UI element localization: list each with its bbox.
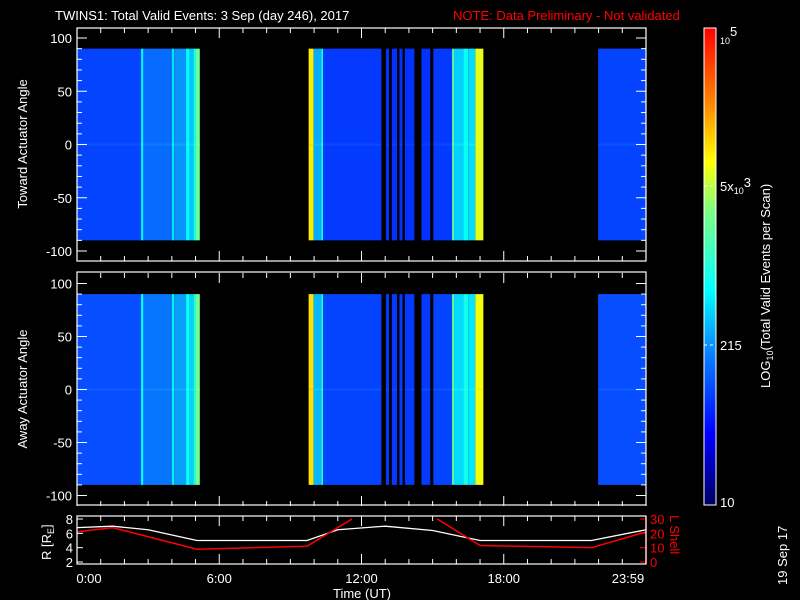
l-shell-line <box>436 518 647 549</box>
colorbar <box>703 27 717 506</box>
zero-angle-band <box>475 143 484 146</box>
zero-angle-band <box>195 143 200 146</box>
zero-angle-band <box>171 143 175 146</box>
spectrogram-figure: TWINS1: Total Valid Events: 3 Sep (day 2… <box>15 8 790 600</box>
zero-angle-band <box>421 388 431 391</box>
zero-angle-band <box>308 143 314 146</box>
time-tick-label: 23:59 <box>612 571 645 586</box>
r-tick-label: 6 <box>66 526 73 541</box>
angle-tick-label: 100 <box>50 31 72 46</box>
zero-angle-band <box>475 388 484 391</box>
colorbar-mid-label: 5x103 <box>720 175 751 196</box>
zero-angle-band <box>186 388 190 391</box>
zero-angle-band <box>399 388 403 391</box>
zero-angle-band <box>452 143 454 146</box>
figure-title: TWINS1: Total Valid Events: 3 Sep (day 2… <box>55 8 349 23</box>
away-axis-label: Away Actuator Angle <box>15 329 30 448</box>
zero-angle-band <box>463 388 469 391</box>
zero-angle-band <box>193 388 196 391</box>
angle-tick-label: -50 <box>53 436 72 451</box>
zero-angle-band <box>385 143 390 146</box>
r-axis-label: R [RE] <box>39 524 56 560</box>
zero-angle-band <box>308 388 314 391</box>
r-tick-label: 2 <box>66 555 73 570</box>
date-stamp: 19 Sep 17 <box>775 526 790 585</box>
preliminary-note: NOTE: Data Preliminary - Not validated <box>453 8 680 23</box>
zero-angle-band <box>468 143 476 146</box>
zero-angle-band <box>321 388 324 391</box>
zero-angle-band <box>453 143 464 146</box>
zero-angle-band <box>433 143 453 146</box>
zero-angle-band <box>143 388 172 391</box>
zero-angle-band <box>404 388 415 391</box>
zero-angle-band <box>323 388 382 391</box>
colorbar-max-label: 105 <box>720 24 737 46</box>
zero-angle-band <box>452 388 454 391</box>
r-tick-label: 8 <box>66 512 73 527</box>
angle-tick-label: 0 <box>65 383 72 398</box>
time-tick-label: 12:00 <box>345 571 378 586</box>
zero-angle-band <box>189 388 194 391</box>
toward-angle-panel: 100 50 0 -50 -100 <box>46 28 647 261</box>
zero-angle-band <box>174 143 187 146</box>
colorbar-low-label: 215 <box>720 338 742 353</box>
l-shell-tick-label: 10 <box>650 541 664 556</box>
zero-angle-band <box>141 388 144 391</box>
zero-angle-band <box>385 388 390 391</box>
zero-angle-band <box>171 388 175 391</box>
l-shell-tick-label: 30 <box>650 512 664 527</box>
colorbar-title: LOG10(Total Valid Events per Scan) <box>758 184 775 388</box>
angle-tick-label: 50 <box>58 330 72 345</box>
angle-tick-label: 100 <box>50 277 72 292</box>
zero-angle-band <box>421 143 431 146</box>
zero-angle-band <box>313 143 322 146</box>
angle-tick-label: -100 <box>46 244 72 259</box>
zero-angle-band <box>323 143 382 146</box>
l-shell-axis-label: L Shell <box>667 515 682 554</box>
angle-tick-label: -50 <box>53 191 72 206</box>
zero-angle-band <box>189 143 194 146</box>
time-axis-label: Time (UT) <box>333 586 391 600</box>
time-tick-label: 18:00 <box>487 571 520 586</box>
zero-angle-band <box>463 143 469 146</box>
zero-angle-band <box>141 143 144 146</box>
zero-angle-band <box>193 143 196 146</box>
angle-tick-label: 0 <box>65 138 72 153</box>
away-angle-panel: 100 50 0 -50 -100 <box>46 273 647 506</box>
zero-angle-band <box>313 388 322 391</box>
zero-angle-band <box>399 143 403 146</box>
zero-angle-band <box>186 143 190 146</box>
angle-tick-label: -100 <box>46 489 72 504</box>
time-tick-label: 6:00 <box>207 571 232 586</box>
zero-angle-band <box>321 143 324 146</box>
orbit-panel: 8642 3020100 0:00 6:00 12:00 18:00 23:59 <box>66 512 665 586</box>
zero-angle-band <box>195 388 200 391</box>
r-tick-label: 4 <box>66 541 73 556</box>
zero-angle-band <box>391 143 398 146</box>
zero-angle-band <box>143 143 172 146</box>
colorbar-min-label: 10 <box>720 495 734 510</box>
zero-angle-band <box>453 388 464 391</box>
zero-angle-band <box>468 388 476 391</box>
r-distance-line <box>76 525 647 542</box>
l-shell-tick-label: 20 <box>650 526 664 541</box>
l-shell-tick-label: 0 <box>650 555 657 570</box>
zero-angle-band <box>404 143 415 146</box>
l-shell-line <box>76 518 353 550</box>
angle-tick-label: 50 <box>58 84 72 99</box>
time-tick-label: 0:00 <box>76 571 101 586</box>
zero-angle-band <box>433 388 453 391</box>
zero-angle-band <box>174 388 187 391</box>
toward-axis-label: Toward Actuator Angle <box>15 79 30 208</box>
zero-angle-band <box>391 388 398 391</box>
